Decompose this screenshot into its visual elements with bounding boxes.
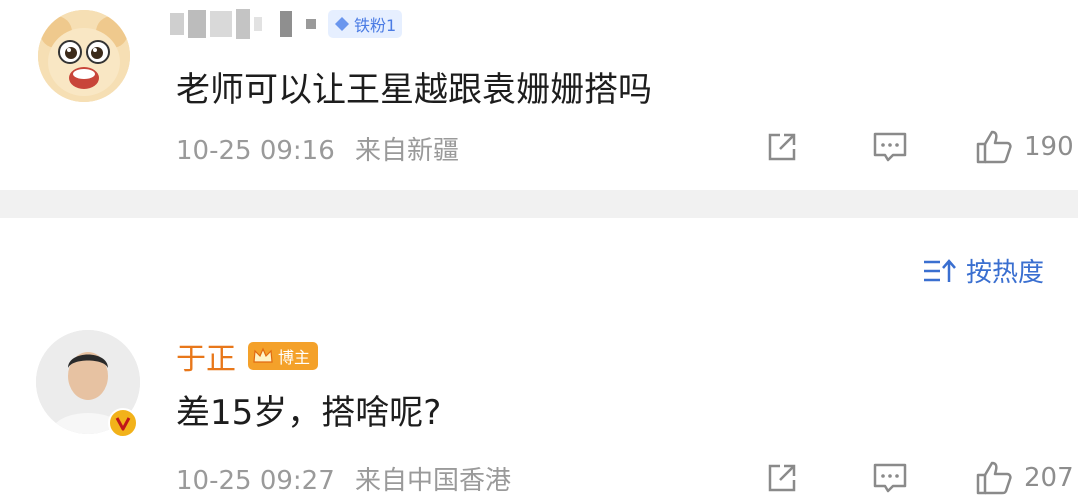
- comment-time: 10-25 09:16: [176, 136, 335, 166]
- verified-v-icon: [108, 408, 138, 438]
- comment-location: 来自中国香港: [355, 466, 512, 496]
- badge-label: 博主: [278, 348, 311, 367]
- share-icon: [768, 464, 796, 492]
- sort-icon: [923, 258, 956, 282]
- like-button[interactable]: 207: [974, 456, 1074, 499]
- comment-actions: 190: [760, 125, 1074, 169]
- comment-meta: 10-25 09:16 来自新疆: [176, 130, 459, 167]
- comment-location: 来自新疆: [355, 136, 460, 166]
- redacted-username: [170, 9, 316, 39]
- reply-button[interactable]: [868, 125, 912, 169]
- crown-icon: [252, 346, 274, 366]
- like-count: 190: [1024, 132, 1074, 162]
- comment-actions: 207: [760, 456, 1074, 499]
- sort-toggle[interactable]: 按热度: [922, 252, 1044, 289]
- share-icon: [768, 133, 796, 161]
- fan-badge[interactable]: 铁粉1: [328, 10, 403, 38]
- avatar[interactable]: [38, 10, 130, 102]
- username[interactable]: 于正: [176, 334, 236, 378]
- badge-label: 铁粉1: [354, 16, 397, 35]
- cartoon-avatar-icon: [38, 10, 130, 102]
- comment-item: 铁粉1 老师可以让王星越跟袁姗姗搭吗 10-25 09:16 来自新疆 190: [0, 0, 1078, 190]
- user-line: 于正 博主: [176, 334, 319, 378]
- user-line: 铁粉1: [170, 4, 403, 44]
- comment-text: 差15岁，搭啥呢?: [176, 393, 442, 433]
- sort-label: 按热度: [965, 258, 1044, 288]
- comment-meta: 10-25 09:27 来自中国香港: [176, 460, 511, 497]
- like-button[interactable]: 190: [974, 125, 1074, 169]
- diamond-icon: [334, 16, 350, 32]
- comment-text: 老师可以让王星越跟袁姗姗搭吗: [176, 70, 652, 110]
- share-button[interactable]: [760, 456, 804, 499]
- reply-button[interactable]: [868, 456, 912, 499]
- blogger-badge[interactable]: 博主: [248, 342, 319, 370]
- comment-icon: [873, 132, 907, 162]
- comment-icon: [873, 463, 907, 493]
- comment-time: 10-25 09:27: [176, 466, 335, 496]
- thumbs-up-icon: [976, 130, 1012, 164]
- thumbs-up-icon: [976, 461, 1012, 495]
- section-divider: [0, 190, 1078, 218]
- comment-item: 于正 博主 差15岁，搭啥呢? 10-25 09:27 来自中国香港 207: [0, 318, 1078, 499]
- like-count: 207: [1024, 463, 1074, 493]
- share-button[interactable]: [760, 125, 804, 169]
